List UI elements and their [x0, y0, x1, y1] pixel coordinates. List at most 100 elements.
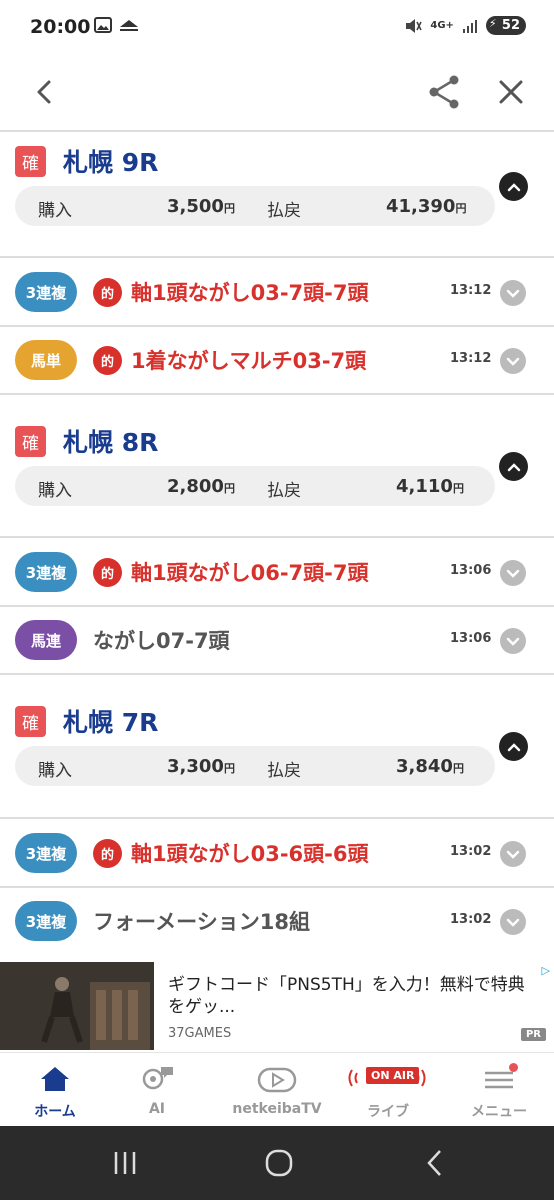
chevron-down-icon	[506, 918, 520, 927]
chevron-down-icon	[506, 289, 520, 298]
chevron-down-icon	[506, 850, 520, 859]
bet-time: 13:12	[450, 283, 492, 298]
race-summary: 確 札幌 9R 購入 3,500円 払戻 41,390円	[0, 132, 554, 256]
status-left-icons	[94, 17, 140, 33]
chevron-left-icon	[37, 80, 51, 104]
expand-button[interactable]	[500, 560, 526, 586]
expand-button[interactable]	[500, 348, 526, 374]
chevron-up-icon	[507, 182, 520, 191]
hit-badge: 的	[93, 839, 122, 868]
home-icon	[41, 1067, 69, 1091]
expand-button[interactable]	[500, 628, 526, 654]
bet-time: 13:06	[450, 631, 492, 646]
back-system-icon[interactable]	[420, 1148, 450, 1178]
share-button[interactable]	[424, 72, 464, 112]
network-label: 4G+	[430, 20, 454, 31]
home-system-icon[interactable]	[264, 1148, 294, 1178]
broadcast-left-icon	[348, 1069, 358, 1087]
expand-button[interactable]	[500, 909, 526, 935]
purchase-label: 購入	[38, 201, 72, 221]
battery-indicator: 52	[485, 16, 526, 35]
confirmed-badge: 確	[15, 705, 46, 737]
hit-badge: 的	[93, 278, 122, 307]
bet-type-badge: 3連複	[15, 833, 77, 873]
top-nav-bar	[0, 56, 554, 132]
gallery-icon	[94, 17, 112, 33]
recent-apps-icon[interactable]	[110, 1148, 140, 1178]
nav-ai-label: AI	[148, 1101, 166, 1117]
payout-label: 払戻	[267, 761, 301, 781]
bet-row[interactable]: 馬連 ながし07-7頭 13:06	[0, 606, 554, 674]
payout-label: 払戻	[267, 481, 301, 501]
notification-dot	[509, 1063, 518, 1072]
bet-row[interactable]: 馬単 的 1着ながしマルチ03-7頭 13:12	[0, 326, 554, 394]
broadcast-right-icon	[416, 1069, 426, 1087]
onair-badge: ON AIR	[366, 1067, 420, 1084]
bet-type-badge: 3連複	[15, 552, 77, 592]
bet-description: 軸1頭ながし03-7頭-7頭	[131, 281, 369, 305]
race-title: 札幌 9R	[63, 148, 159, 177]
bet-row[interactable]: 3連複 フォーメーション18組 13:02	[0, 887, 554, 955]
nav-netkeibatv[interactable]: netkeibaTV	[222, 1053, 332, 1127]
status-bar: 20:00 4G+ 52	[0, 0, 554, 56]
share-icon	[429, 75, 459, 109]
nav-home[interactable]: ホーム	[0, 1053, 110, 1127]
race-header: 確 札幌 9R	[15, 143, 158, 179]
race-summary: 確 札幌 8R 購入 2,800円 払戻 4,110円	[0, 412, 554, 536]
bet-type-badge: 馬単	[15, 340, 77, 380]
race-title: 札幌 7R	[63, 708, 159, 737]
payout-amount: 3,840円	[396, 756, 464, 777]
signal-icon	[462, 19, 477, 33]
bet-type-badge: 馬連	[15, 620, 77, 660]
ad-banner[interactable]: ▷ ギフトコード「PNS5TH」を入力！無料で特典をゲッ... 37GAMES …	[0, 962, 554, 1050]
system-nav-bar	[0, 1126, 554, 1200]
collapse-button[interactable]	[499, 452, 528, 481]
collapse-button[interactable]	[499, 172, 528, 201]
ad-text[interactable]: ギフトコード「PNS5TH」を入力！無料で特典をゲッ...	[168, 974, 538, 1018]
back-button[interactable]	[24, 72, 64, 112]
payout-label: 払戻	[267, 201, 301, 221]
bet-row[interactable]: 3連複 的 軸1頭ながし03-7頭-7頭 13:12	[0, 258, 554, 326]
ad-image[interactable]	[0, 962, 154, 1050]
bet-type-badge: 3連複	[15, 272, 77, 312]
nav-ai[interactable]: AI	[102, 1053, 212, 1127]
bet-row[interactable]: 3連複 的 軸1頭ながし06-7頭-7頭 13:06	[0, 538, 554, 606]
netkeiba-logo-icon	[120, 20, 138, 31]
nav-live-label: ライブ	[367, 1104, 409, 1120]
bet-time: 13:02	[450, 912, 492, 927]
race-title: 札幌 8R	[63, 428, 159, 457]
divider	[0, 673, 554, 675]
nav-menu[interactable]: メニュー	[444, 1053, 554, 1127]
hit-badge: 的	[93, 346, 122, 375]
hit-badge: 的	[93, 558, 122, 587]
chevron-up-icon	[507, 742, 520, 751]
purchase-amount: 3,500円	[167, 196, 235, 217]
pr-badge: PR	[520, 1028, 546, 1041]
payout-amount: 41,390円	[386, 196, 467, 217]
close-button[interactable]	[491, 72, 531, 112]
bet-time: 13:12	[450, 351, 492, 366]
bet-time: 13:02	[450, 844, 492, 859]
race-totals: 購入 2,800円 払戻 4,110円	[15, 466, 495, 506]
nav-live[interactable]: ライブ	[333, 1053, 443, 1127]
bet-row[interactable]: 3連複 的 軸1頭ながし03-6頭-6頭 13:02	[0, 819, 554, 887]
mute-icon	[406, 18, 423, 33]
expand-button[interactable]	[500, 841, 526, 867]
race-totals: 購入 3,500円 払戻 41,390円	[15, 186, 495, 226]
ad-figure-image	[0, 962, 154, 1050]
close-icon	[499, 80, 523, 104]
purchase-label: 購入	[38, 481, 72, 501]
bottom-nav: ホーム AI netkeibaTV ライブ ON AIR メニュー	[0, 1052, 554, 1126]
expand-button[interactable]	[500, 280, 526, 306]
adchoices-icon[interactable]: ▷	[542, 964, 550, 977]
nav-menu-label: メニュー	[471, 1104, 527, 1120]
confirmed-badge: 確	[15, 425, 46, 457]
bet-description: 軸1頭ながし06-7頭-7頭	[131, 561, 369, 585]
payout-amount: 4,110円	[396, 476, 464, 497]
bet-time: 13:06	[450, 563, 492, 578]
collapse-button[interactable]	[499, 732, 528, 761]
purchase-amount: 3,300円	[167, 756, 235, 777]
bet-description: 1着ながしマルチ03-7頭	[131, 349, 367, 373]
nav-home-label: ホーム	[34, 1104, 76, 1120]
ai-icon	[142, 1067, 173, 1090]
